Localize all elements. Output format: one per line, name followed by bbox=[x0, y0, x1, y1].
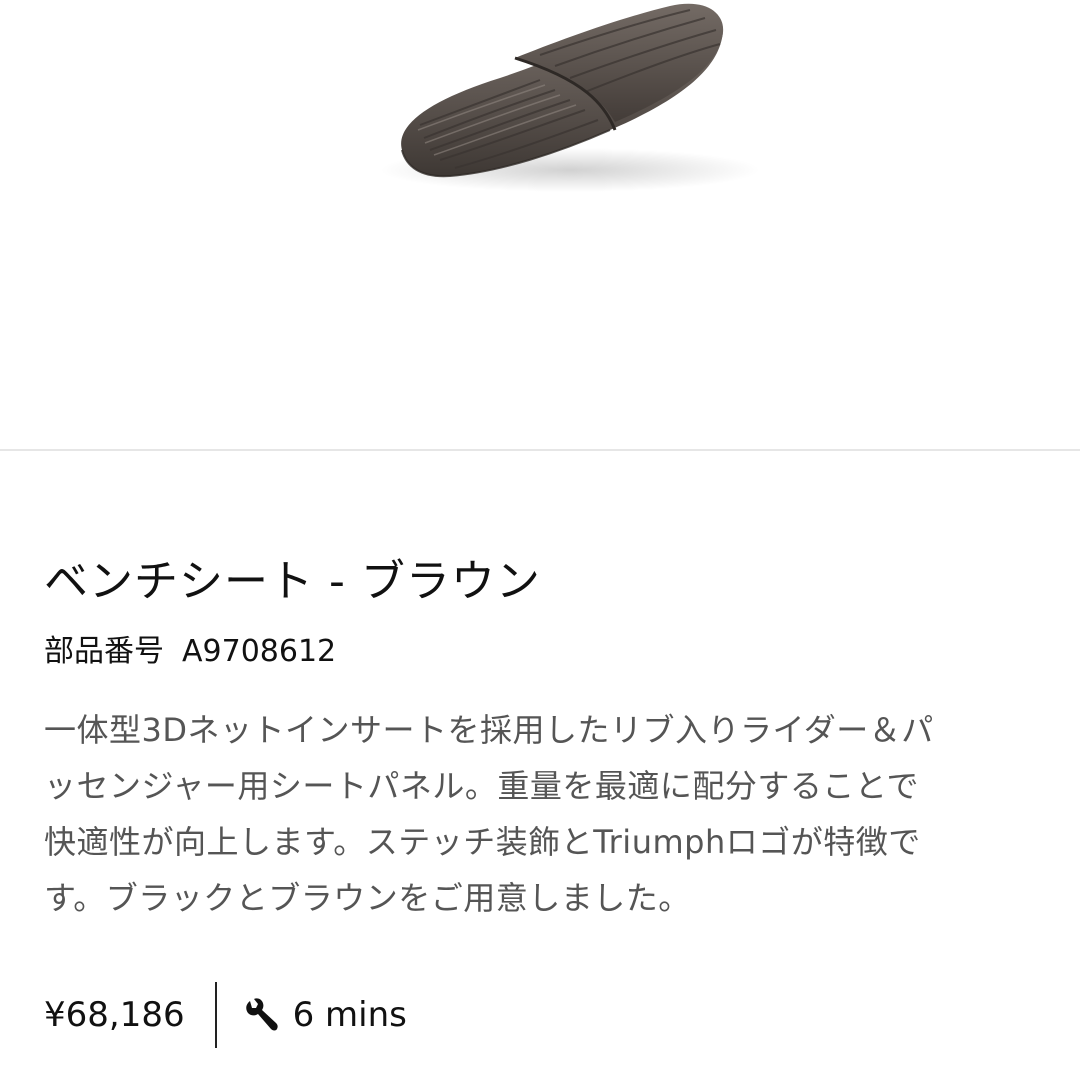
section-divider bbox=[0, 449, 1080, 451]
bench-seat-image bbox=[380, 3, 760, 192]
product-title: ベンチシート - ブラウン bbox=[44, 556, 541, 607]
description-line: 一体型3Dネットインサートを採用したリブ入りライダー＆パ bbox=[44, 711, 934, 749]
fit-time: 6 mins bbox=[292, 995, 407, 1035]
part-number-row: 部品番号 A9708612 bbox=[44, 626, 336, 678]
description-line: 快適性が向上します。ステッチ装飾とTriumphロゴが特徴で bbox=[44, 823, 921, 861]
product-description: 一体型3Dネットインサートを採用したリブ入りライダー＆パ ッセンジャー用シートパ… bbox=[44, 702, 1054, 926]
wrench-icon bbox=[241, 995, 281, 1035]
part-number-value: A9708612 bbox=[182, 634, 337, 669]
product-page: ベンチシート - ブラウン 部品番号 A9708612 一体型3Dネットインサート… bbox=[0, 0, 1080, 1080]
vertical-divider bbox=[214, 982, 217, 1048]
product-price: ¥68,186 bbox=[44, 995, 185, 1035]
part-number-label: 部品番号 bbox=[44, 634, 164, 669]
product-image bbox=[0, 0, 1080, 449]
price-fit-row: ¥68,186 6 mins bbox=[44, 982, 407, 1048]
description-line: す。ブラックとブラウンをご用意しました。 bbox=[44, 879, 691, 917]
description-line: ッセンジャー用シートパネル。重量を最適に配分することで bbox=[44, 767, 919, 805]
